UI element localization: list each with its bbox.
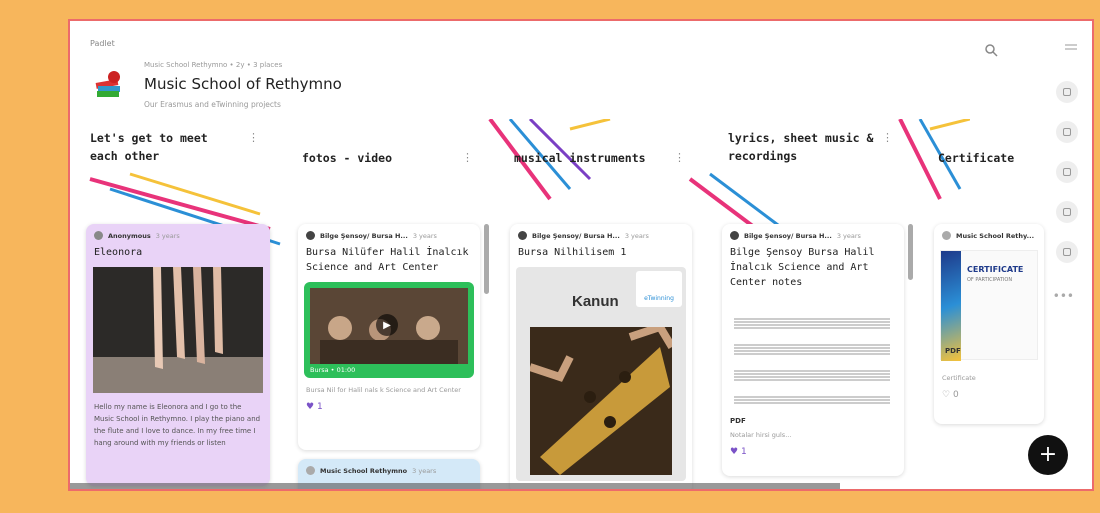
post-caption: Certificate	[942, 374, 976, 382]
avatar	[306, 466, 315, 475]
certificate-preview[interactable]: CERTIFICATE OF PARTICIPATION PDF	[940, 250, 1038, 361]
post-card-bursa-video[interactable]: Bilge Şensoy/ Bursa H... 3 years Bursa Ni…	[298, 224, 480, 450]
certificate-subtitle: OF PARTICIPATION	[967, 277, 1013, 283]
column-menu-icon[interactable]: ⋮	[462, 151, 473, 164]
column-menu-icon[interactable]: ⋮	[882, 131, 893, 144]
post-author: Bilge Şensoy/ Bursa H...	[744, 231, 832, 240]
column-heading-instruments: musical instruments	[514, 151, 646, 165]
play-icon[interactable]: ▶	[376, 314, 398, 336]
post-author: Anonymous	[108, 231, 151, 240]
post-description: Bursa Nil for Halil nals k Science and A…	[306, 386, 461, 394]
image-label: Kanun	[572, 293, 619, 310]
post-author: Music School Rethy...	[956, 231, 1035, 240]
post-time: 3 years	[836, 231, 861, 240]
like-count: 1	[316, 402, 323, 412]
avatar	[730, 231, 739, 240]
slideshow-icon[interactable]	[1056, 201, 1078, 223]
etwinning-badge: eTwinning	[636, 271, 682, 307]
horizontal-scrollbar[interactable]	[70, 483, 840, 489]
like-count: 1	[740, 447, 747, 457]
avatar	[942, 231, 951, 240]
post-caption: Notalar hirsi guls...	[730, 431, 792, 439]
file-type: PDF	[730, 417, 746, 425]
more-icon[interactable]: •••	[1053, 289, 1074, 303]
ballet-photo	[93, 267, 263, 393]
sheet-music-preview[interactable]	[730, 299, 894, 411]
post-title: Eleonora	[94, 247, 143, 258]
column-menu-icon[interactable]: ⋮	[674, 151, 685, 164]
board-subtitle: Our Erasmus and eTwinning projects	[144, 100, 281, 109]
avatar	[306, 231, 315, 240]
like-button[interactable]: ♥ 1	[722, 445, 904, 459]
padlet-board: Padlet Music School Rethymno • 2y • 3 pl…	[68, 19, 1094, 491]
settings-icon[interactable]	[1056, 241, 1078, 263]
post-title: Bursa Nilhilisem 1	[518, 247, 627, 258]
post-time: 3 years	[412, 466, 437, 475]
post-card-notes[interactable]: Bilge Şensoy/ Bursa H... 3 years Bilge Şe…	[722, 224, 904, 476]
app-label[interactable]: Padlet	[90, 39, 115, 48]
board-title: Music School of Rethymno	[144, 75, 342, 93]
like-button[interactable]: ♡ 0	[934, 388, 1044, 402]
remake-icon[interactable]	[1056, 161, 1078, 183]
post-author: Music School Rethymno	[320, 466, 408, 475]
column-heading-meet: Let's get to meet each other	[90, 131, 208, 163]
board-meta: Music School Rethymno • 2y • 3 places	[144, 61, 283, 69]
column-scrollbar[interactable]	[908, 224, 913, 280]
post-author: Bilge Şensoy/ Bursa H...	[320, 231, 408, 240]
post-time: 3 years	[412, 231, 437, 240]
post-author: Bilge Şensoy/ Bursa H...	[532, 231, 620, 240]
post-title: Bilge Şensoy Bursa Halil İnalcık Science…	[730, 247, 875, 288]
add-post-button[interactable]: +	[1028, 435, 1068, 475]
like-count: 0	[952, 390, 959, 400]
avatar	[518, 231, 527, 240]
kanun-image: Kanun eTwinning	[516, 267, 686, 481]
share-icon[interactable]	[1056, 121, 1078, 143]
reactions-icon[interactable]	[1056, 81, 1078, 103]
search-icon[interactable]	[984, 43, 998, 57]
post-time: 3 years	[155, 231, 180, 240]
column-scrollbar[interactable]	[484, 224, 489, 294]
post-time: 3 years	[624, 231, 649, 240]
avatar	[94, 231, 103, 240]
post-card-certificate[interactable]: Music School Rethy... CERTIFICATE OF PAR…	[934, 224, 1044, 424]
post-title: Bursa Nilüfer Halil İnalcık Science and …	[306, 247, 469, 273]
column-heading-certificate: Certificate	[938, 151, 1015, 165]
video-caption: Bursa • 01:00	[310, 366, 356, 374]
column-heading-fotos: fotos - video	[302, 151, 393, 165]
video-thumbnail[interactable]: ▶ Bursa • 01:00	[304, 282, 474, 378]
certificate-stripe	[941, 251, 961, 361]
post-card-eleonora[interactable]: Anonymous 3 years Eleonora Hello my name …	[86, 224, 270, 486]
certificate-title: CERTIFICATE	[967, 265, 1024, 274]
column-heading-lyrics: lyrics, sheet music & recordings	[728, 131, 874, 163]
like-button[interactable]: ♥ 1	[298, 400, 480, 414]
file-type: PDF	[945, 347, 961, 355]
menu-icon[interactable]	[1064, 43, 1078, 53]
kanun-photo	[530, 327, 672, 475]
column-menu-icon[interactable]: ⋮	[248, 131, 259, 144]
board-logo-icon	[95, 71, 120, 97]
post-card-kanun[interactable]: Bilge Şensoy/ Bursa H... 3 years Bursa Ni…	[510, 224, 692, 489]
post-body: Hello my name is Eleonora and I go to th…	[94, 403, 261, 447]
